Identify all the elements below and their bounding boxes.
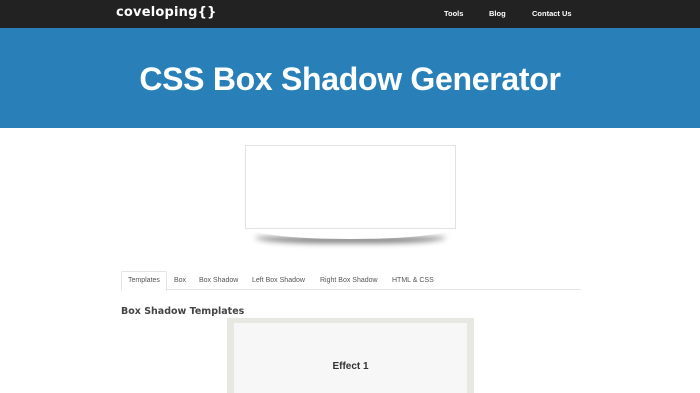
shadow-preview xyxy=(245,145,456,229)
tab-right-box-shadow[interactable]: Right Box Shadow xyxy=(320,271,378,290)
preview-box xyxy=(245,145,456,229)
tab-box-shadow[interactable]: Box Shadow xyxy=(199,271,238,290)
hero-banner: CSS Box Shadow Generator xyxy=(0,28,700,128)
section-title: Box Shadow Templates xyxy=(121,306,245,317)
brand-logo[interactable]: coveloping{} xyxy=(116,5,217,20)
tab-left-box-shadow[interactable]: Left Box Shadow xyxy=(252,271,305,290)
top-navbar: coveloping{} Tools Blog Contact Us xyxy=(0,0,700,28)
tab-templates[interactable]: Templates xyxy=(121,271,167,291)
template-label: Effect 1 xyxy=(332,361,369,372)
template-card-inner: Effect 1 xyxy=(234,323,467,393)
nav-link-blog[interactable]: Blog xyxy=(489,9,506,18)
template-card-effect-1[interactable]: Effect 1 xyxy=(227,318,474,393)
tab-box[interactable]: Box xyxy=(174,271,186,290)
page-title: CSS Box Shadow Generator xyxy=(139,61,561,97)
preview-shadow-effect xyxy=(253,229,448,239)
nav-link-contact-us[interactable]: Contact Us xyxy=(532,9,572,18)
tab-html-css[interactable]: HTML & CSS xyxy=(392,271,434,290)
tab-bar: Templates Box Box Shadow Left Box Shadow… xyxy=(121,271,581,291)
nav-link-tools[interactable]: Tools xyxy=(444,9,463,18)
